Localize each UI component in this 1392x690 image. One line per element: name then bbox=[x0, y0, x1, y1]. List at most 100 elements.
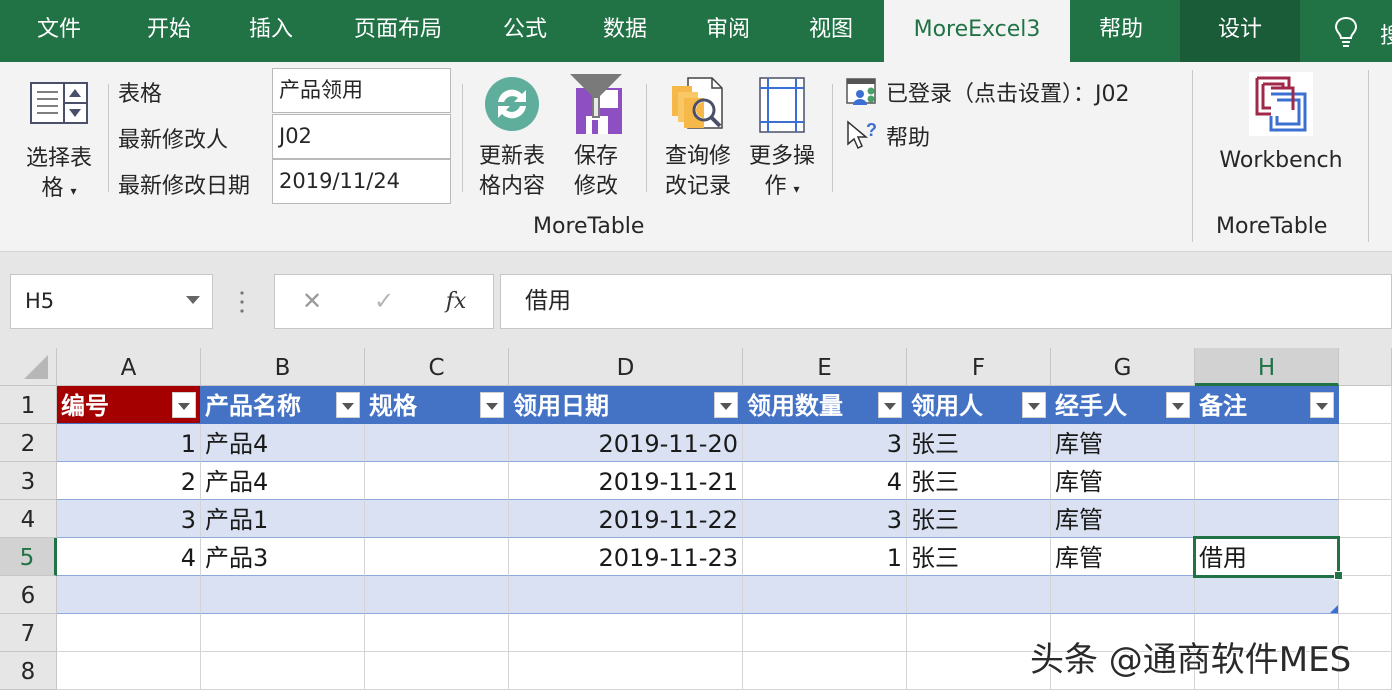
tab-review[interactable]: 审阅 bbox=[683, 0, 773, 62]
table-cell[interactable] bbox=[907, 576, 1051, 614]
empty-cell[interactable] bbox=[1339, 576, 1392, 614]
table-header-cell[interactable]: 产品名称 bbox=[201, 386, 365, 424]
tab-home[interactable]: 开始 bbox=[124, 0, 214, 62]
tab-page-layout[interactable]: 页面布局 bbox=[336, 0, 460, 62]
column-header-b[interactable]: B bbox=[201, 348, 365, 386]
column-header-f[interactable]: F bbox=[907, 348, 1051, 386]
table-cell[interactable]: 3 bbox=[743, 500, 907, 538]
row-header-6[interactable]: 6 bbox=[0, 576, 57, 614]
table-cell[interactable] bbox=[365, 500, 509, 538]
empty-cell[interactable] bbox=[1339, 538, 1392, 576]
more-operations-button[interactable]: 更多操 作 ▾ bbox=[742, 72, 822, 204]
tab-search-clipped[interactable]: 搜 bbox=[1380, 18, 1392, 50]
filter-dropdown-icon[interactable] bbox=[1166, 392, 1190, 418]
name-box[interactable]: H5 bbox=[10, 274, 213, 329]
chevron-down-icon[interactable] bbox=[186, 296, 200, 304]
filter-dropdown-icon[interactable] bbox=[480, 392, 504, 418]
filter-dropdown-icon[interactable] bbox=[336, 392, 360, 418]
select-all-button[interactable] bbox=[0, 348, 57, 386]
table-resize-handle[interactable] bbox=[1330, 605, 1338, 613]
table-cell[interactable] bbox=[365, 424, 509, 462]
help-button[interactable]: ? 帮助 bbox=[846, 120, 930, 152]
empty-cell[interactable] bbox=[365, 652, 509, 690]
tab-formulas[interactable]: 公式 bbox=[480, 0, 570, 62]
column-header-e[interactable]: E bbox=[743, 348, 907, 386]
tab-moreexcel3[interactable]: MoreExcel3 bbox=[884, 0, 1070, 62]
table-name-field[interactable]: 产品领用 bbox=[272, 68, 451, 113]
empty-cell[interactable] bbox=[1339, 386, 1392, 424]
table-header-cell[interactable]: 编号 bbox=[57, 386, 201, 424]
column-header-c[interactable]: C bbox=[365, 348, 509, 386]
table-cell[interactable] bbox=[1195, 500, 1339, 538]
empty-cell[interactable] bbox=[57, 652, 201, 690]
login-status-button[interactable]: 已登录（点击设置）：J02 bbox=[846, 76, 1129, 108]
table-cell[interactable]: 1 bbox=[57, 424, 201, 462]
empty-cell[interactable] bbox=[57, 614, 201, 652]
lightbulb-icon[interactable] bbox=[1334, 16, 1358, 48]
table-cell[interactable] bbox=[201, 576, 365, 614]
table-cell[interactable]: 2 bbox=[57, 462, 201, 500]
table-cell[interactable]: 2019-11-23 bbox=[509, 538, 743, 576]
empty-cell[interactable] bbox=[1339, 500, 1392, 538]
table-cell[interactable] bbox=[57, 576, 201, 614]
table-cell[interactable]: 张三 bbox=[907, 462, 1051, 500]
tab-insert[interactable]: 插入 bbox=[226, 0, 316, 62]
row-header-1[interactable]: 1 bbox=[0, 386, 57, 424]
table-cell[interactable]: 3 bbox=[743, 424, 907, 462]
tab-file[interactable]: 文件 bbox=[14, 0, 104, 62]
tab-view[interactable]: 视图 bbox=[786, 0, 876, 62]
table-cell[interactable]: 产品4 bbox=[201, 462, 365, 500]
filter-dropdown-icon[interactable] bbox=[714, 392, 738, 418]
enter-icon[interactable]: ✓ bbox=[359, 275, 409, 328]
row-header-2[interactable]: 2 bbox=[0, 424, 57, 462]
table-cell[interactable]: 库管 bbox=[1051, 424, 1195, 462]
row-header-4[interactable]: 4 bbox=[0, 500, 57, 538]
column-header-g[interactable]: G bbox=[1051, 348, 1195, 386]
tab-data[interactable]: 数据 bbox=[580, 0, 670, 62]
table-cell[interactable]: 借用 bbox=[1195, 538, 1339, 576]
row-header-8[interactable]: 8 bbox=[0, 652, 57, 690]
table-cell[interactable]: 张三 bbox=[907, 500, 1051, 538]
fill-handle[interactable] bbox=[1334, 571, 1343, 580]
table-cell[interactable]: 库管 bbox=[1051, 462, 1195, 500]
table-cell[interactable]: 2019-11-22 bbox=[509, 500, 743, 538]
save-changes-button[interactable]: 保存 修改 bbox=[558, 72, 634, 202]
filter-dropdown-icon[interactable] bbox=[1310, 392, 1334, 418]
select-table-button[interactable]: 选择表 格 ▾ bbox=[14, 74, 104, 206]
row-header-5[interactable]: 5 bbox=[0, 538, 57, 576]
column-header-h[interactable]: H bbox=[1195, 348, 1339, 386]
empty-cell[interactable] bbox=[365, 614, 509, 652]
table-cell[interactable] bbox=[365, 576, 509, 614]
empty-cell[interactable] bbox=[201, 614, 365, 652]
query-history-button[interactable]: 查询修 改记录 bbox=[656, 72, 740, 202]
table-cell[interactable]: 产品4 bbox=[201, 424, 365, 462]
table-header-cell[interactable]: 领用数量 bbox=[743, 386, 907, 424]
table-header-cell[interactable]: 领用日期 bbox=[509, 386, 743, 424]
empty-cell[interactable] bbox=[509, 614, 743, 652]
last-modified-date-field[interactable]: 2019/11/24 bbox=[272, 159, 451, 204]
table-cell[interactable] bbox=[1195, 576, 1339, 614]
empty-cell[interactable] bbox=[1339, 424, 1392, 462]
table-cell[interactable]: 产品3 bbox=[201, 538, 365, 576]
workbench-button[interactable]: Workbench bbox=[1206, 72, 1356, 176]
table-cell[interactable] bbox=[365, 538, 509, 576]
table-header-cell[interactable]: 规格 bbox=[365, 386, 509, 424]
insert-function-icon[interactable]: fx bbox=[431, 275, 481, 328]
table-cell[interactable]: 3 bbox=[57, 500, 201, 538]
row-header-3[interactable]: 3 bbox=[0, 462, 57, 500]
table-cell[interactable] bbox=[1195, 462, 1339, 500]
table-cell[interactable]: 1 bbox=[743, 538, 907, 576]
table-cell[interactable]: 库管 bbox=[1051, 500, 1195, 538]
table-header-cell[interactable]: 领用人 bbox=[907, 386, 1051, 424]
column-header-a[interactable]: A bbox=[57, 348, 201, 386]
table-cell[interactable] bbox=[365, 462, 509, 500]
filter-dropdown-icon[interactable] bbox=[172, 392, 196, 418]
table-cell[interactable]: 库管 bbox=[1051, 538, 1195, 576]
table-cell[interactable] bbox=[743, 576, 907, 614]
table-cell[interactable]: 4 bbox=[743, 462, 907, 500]
tab-help[interactable]: 帮助 bbox=[1076, 0, 1166, 62]
table-header-cell[interactable]: 备注 bbox=[1195, 386, 1339, 424]
table-cell[interactable]: 2019-11-21 bbox=[509, 462, 743, 500]
filter-dropdown-icon[interactable] bbox=[1022, 392, 1046, 418]
table-cell[interactable] bbox=[509, 576, 743, 614]
